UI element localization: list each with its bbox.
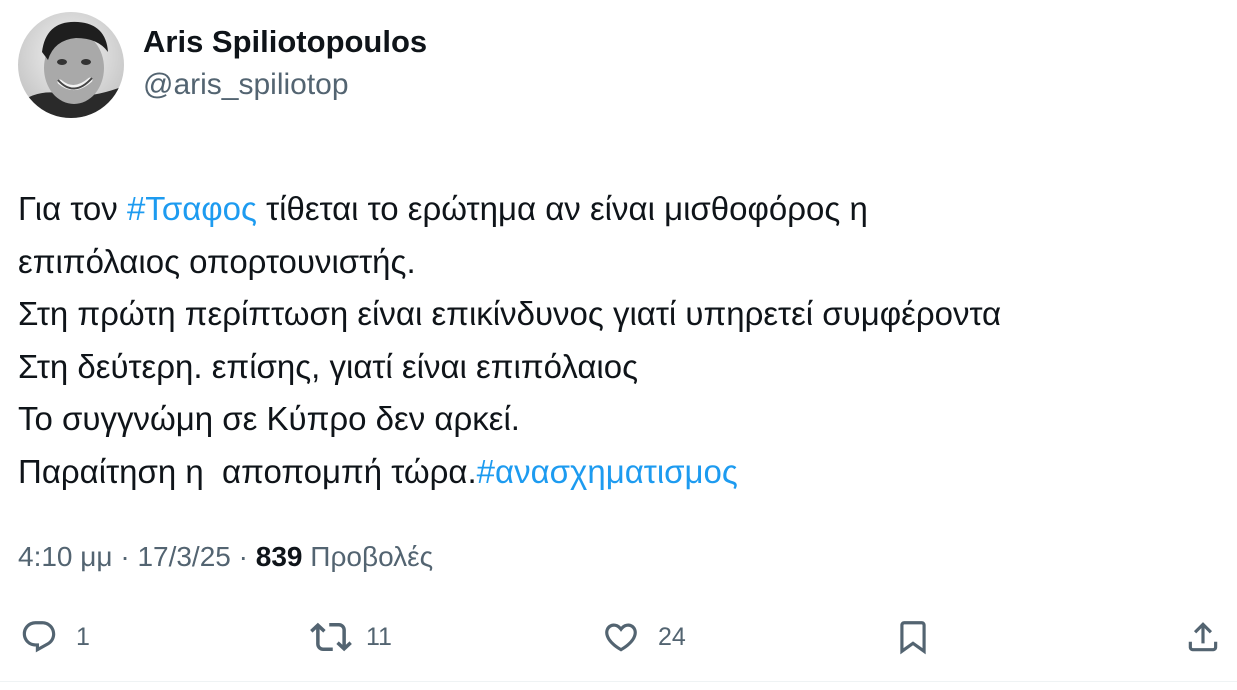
author-display-name[interactable]: Aris Spiliotopoulos [143,24,427,60]
meta-separator: · [230,541,256,572]
bookmark-icon [900,621,926,655]
reply-icon [22,621,56,653]
bookmark-button[interactable] [894,612,932,662]
retweet-count: 11 [366,622,392,651]
tweet-text-segment: Στη πρώτη περίπτωση είναι επικίνδυνος γι… [18,295,1002,332]
tweet-line: Στη δεύτερη. επίσης, γιατί είναι επιπόλα… [18,341,1218,394]
tweet-text-segment: Στη δεύτερη. επίσης, γιατί είναι επιπόλα… [18,347,639,385]
tweet-time[interactable]: 4:10 μμ [18,541,113,572]
profile-photo-icon [18,12,124,118]
tweet-text-segment: Για τον [18,190,127,227]
author-handle[interactable]: @aris_spiliotop [143,68,349,102]
tweet-meta: 4:10 μμ · 17/3/25 · 839 Προβολές [18,541,433,573]
retweet-button[interactable]: 11 [310,612,392,662]
like-count: 24 [658,622,686,651]
retweet-icon [310,622,352,652]
reply-button[interactable]: 1 [20,612,90,662]
tweet-actions: 1 11 24 [0,612,1237,662]
tweet-text-segment: τίθεται το ερώτημα αν είναι μισθοφόρος η [256,190,868,227]
heart-icon [605,623,637,652]
tweet-text: Για τον #Τσαφος τίθεται το ερώτημα αν εί… [18,183,1218,498]
avatar[interactable] [18,12,124,118]
tweet-text-segment: επιπόλαιος οπορτουνιστής. [18,242,416,280]
tweet-line: επιπόλαιος οπορτουνιστής. [18,236,1218,289]
tweet-text-segment: Παραίτηση η αποπομπή τώρα. [18,452,477,490]
views-label: Προβολές [310,541,434,572]
tweet-line: Παραίτηση η αποπομπή τώρα.#ανασχηματισμο… [18,446,1218,499]
share-button[interactable] [1184,612,1222,662]
hashtag-link[interactable]: #Τσαφος [127,190,257,227]
tweet-date[interactable]: 17/3/25 [137,541,230,572]
reply-count: 1 [76,622,90,651]
tweet-line: Για τον #Τσαφος τίθεται το ερώτημα αν εί… [18,183,1218,236]
bottom-divider [0,681,1237,682]
hashtag-link[interactable]: #ανασχηματισμος [477,453,738,490]
tweet-line: Το συγγνώμη σε Κύπρο δεν αρκεί. [18,393,1218,446]
like-button[interactable]: 24 [602,612,686,662]
tweet-line: Στη πρώτη περίπτωση είναι επικίνδυνος γι… [18,288,1218,341]
views-count: 839 [255,541,303,572]
share-icon [1188,622,1218,652]
tweet-text-segment: Το συγγνώμη σε Κύπρο δεν αρκεί. [18,400,520,437]
meta-separator: · [112,541,138,572]
